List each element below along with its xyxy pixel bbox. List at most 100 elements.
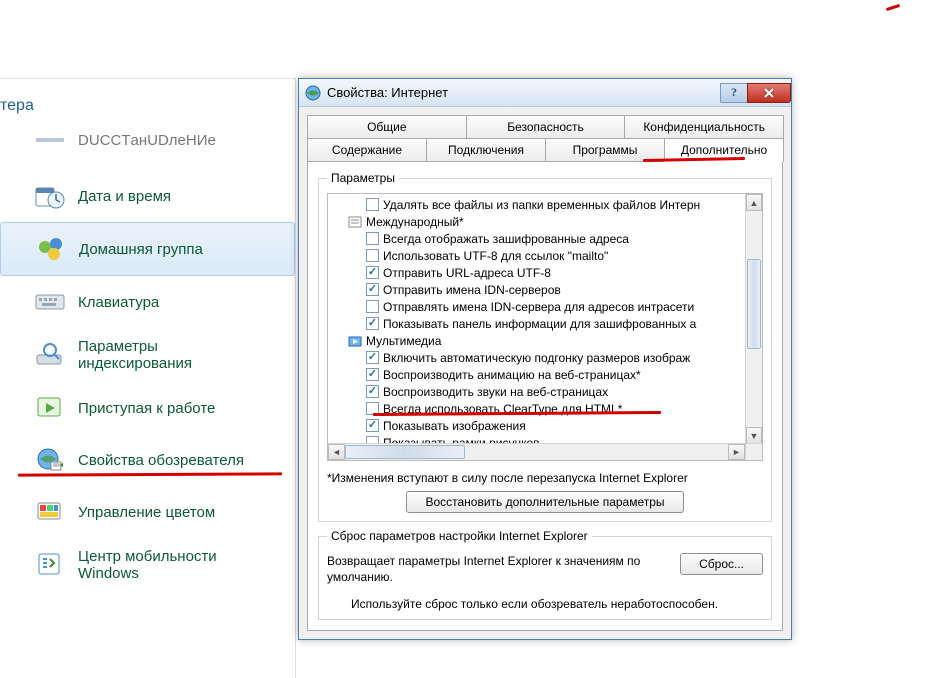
clock-icon	[34, 180, 66, 212]
tree-item[interactable]: Воспроизводить анимацию на веб-страницах…	[328, 366, 762, 383]
scroll-left-button[interactable]: ◄	[328, 444, 345, 460]
panel-item-label: DUCCTанUDлеНИе	[78, 132, 216, 149]
reset-group: Сброс параметров настройки Internet Expl…	[318, 536, 772, 620]
scroll-thumb-vertical[interactable]	[747, 259, 761, 349]
internet-options-icon	[34, 444, 66, 476]
tree-item[interactable]: Отправлять имена IDN-сервера для адресов…	[328, 298, 762, 315]
scroll-track-vertical[interactable]	[746, 211, 762, 427]
restore-icon	[34, 124, 66, 156]
keyboard-icon	[34, 286, 66, 318]
panel-item-datetime[interactable]: Дата и время	[0, 170, 295, 222]
tree-item-label: Использовать UTF-8 для ссылок "mailto"	[383, 249, 608, 263]
tree-item[interactable]: Отправить имена IDN-серверов	[328, 281, 762, 298]
mobility-icon	[34, 549, 66, 581]
scroll-right-button[interactable]: ►	[728, 444, 745, 460]
panel-item-keyboard[interactable]: Клавиатура	[0, 276, 295, 328]
reset-button[interactable]: Сброс...	[680, 553, 763, 575]
scroll-thumb-horizontal[interactable]	[345, 445, 465, 459]
globe-icon	[305, 85, 321, 101]
vertical-scrollbar[interactable]: ▲ ▼	[745, 194, 762, 444]
checkbox[interactable]	[366, 351, 379, 364]
tree-item[interactable]: Показывать панель информации для зашифро…	[328, 315, 762, 332]
tree-item-label: Отправить URL-адреса UTF-8	[383, 266, 551, 280]
checkbox[interactable]	[366, 198, 379, 211]
tree-item[interactable]: Показывать изображения	[328, 417, 762, 434]
checkbox[interactable]	[366, 419, 379, 432]
intl-icon	[348, 215, 362, 229]
checkbox[interactable]	[366, 266, 379, 279]
tree-item-label: Отправить имена IDN-серверов	[383, 283, 561, 297]
panel-item-restore[interactable]: DUCCTанUDлеНИе	[0, 120, 295, 170]
panel-header-partial: тера	[0, 79, 295, 125]
tab-strip: Общие Безопасность Конфиденциальность Со…	[307, 115, 783, 161]
tab-privacy[interactable]: Конфиденциальность	[624, 115, 784, 139]
parameters-group-title: Параметры	[327, 171, 399, 185]
tree-item-label: Отправлять имена IDN-сервера для адресов…	[383, 300, 694, 314]
tree-item-label: Всегда отображать зашифрованные адреса	[383, 232, 629, 246]
horizontal-scrollbar[interactable]: ◄ ►	[328, 443, 745, 460]
homegroup-icon	[35, 233, 67, 265]
tree-item-label: Показывать панель информации для зашифро…	[383, 317, 696, 331]
panel-item-label: Дата и время	[78, 188, 171, 205]
restore-advanced-button[interactable]: Восстановить дополнительные параметры	[406, 491, 683, 513]
tab-general[interactable]: Общие	[307, 115, 467, 139]
tab-connections[interactable]: Подключения	[426, 138, 546, 162]
checkbox[interactable]	[366, 232, 379, 245]
panel-item-internet-options[interactable]: Свойства обозревателя	[0, 434, 295, 486]
panel-item-color-management[interactable]: Управление цветом	[0, 486, 295, 538]
indexing-icon	[34, 339, 66, 371]
tree-item-label: Включить автоматическую подгонку размеро…	[383, 351, 690, 365]
tree-item[interactable]: Включить автоматическую подгонку размеро…	[328, 349, 762, 366]
checkbox[interactable]	[366, 385, 379, 398]
tree-item-label: Удалять все файлы из папки временных фай…	[383, 198, 700, 212]
tree-category[interactable]: Международный*	[328, 213, 762, 230]
close-button[interactable]	[747, 83, 791, 103]
getting-started-icon	[34, 392, 66, 424]
annotation-underline-panel	[18, 473, 282, 477]
checkbox[interactable]	[366, 249, 379, 262]
panel-item-label: Центр мобильности Windows	[78, 548, 248, 582]
tree-item[interactable]: Всегда отображать зашифрованные адреса	[328, 230, 762, 247]
panel-item-label: Клавиатура	[78, 294, 159, 311]
panel-item-indexing[interactable]: Параметры индексирования	[0, 328, 295, 382]
panel-item-mobility-center[interactable]: Центр мобильности Windows	[0, 538, 295, 592]
scroll-down-button[interactable]: ▼	[746, 427, 762, 444]
checkbox[interactable]	[366, 283, 379, 296]
tree-item-label: Воспроизводить анимацию на веб-страницах…	[383, 368, 641, 382]
tree-category[interactable]: Мультимедиа	[328, 332, 762, 349]
panel-item-label: Параметры индексирования	[78, 338, 238, 372]
annotation-stray-mark	[886, 4, 900, 11]
help-button[interactable]: ?	[720, 83, 748, 103]
scroll-up-button[interactable]: ▲	[746, 194, 762, 211]
tree-item-label: Мультимедиа	[366, 334, 441, 348]
tree-item[interactable]: Использовать UTF-8 для ссылок "mailto"	[328, 247, 762, 264]
color-mgmt-icon	[34, 496, 66, 528]
tree-item-label: Международный*	[366, 215, 464, 229]
reset-description: Возвращает параметры Internet Explorer к…	[327, 553, 666, 585]
panel-item-label: Свойства обозревателя	[78, 452, 244, 469]
internet-properties-dialog: Свойства: Интернет ? Общие Безопасность …	[298, 78, 792, 640]
tree-item[interactable]: Удалять все файлы из папки временных фай…	[328, 196, 762, 213]
panel-item-label: Управление цветом	[78, 504, 215, 521]
panel-item-label: Домашняя группа	[79, 241, 203, 258]
scroll-track-horizontal[interactable]	[345, 444, 728, 460]
dialog-title: Свойства: Интернет	[327, 85, 448, 100]
media-icon	[348, 334, 362, 348]
dialog-titlebar: Свойства: Интернет ?	[299, 79, 791, 107]
settings-tree[interactable]: Удалять все файлы из папки временных фай…	[327, 193, 763, 461]
checkbox[interactable]	[366, 368, 379, 381]
control-panel-items: тера DUCCTанUDлеНИе Дата и время	[0, 78, 296, 678]
panel-item-getting-started[interactable]: Приступая к работе	[0, 382, 295, 434]
reset-info: Используйте сброс только если обозревате…	[327, 597, 763, 611]
tree-item-label: Воспроизводить звуки на веб-страницах	[383, 385, 608, 399]
tab-content[interactable]: Содержание	[307, 138, 427, 162]
panel-item-homegroup[interactable]: Домашняя группа	[0, 222, 295, 276]
panel-item-label: Приступая к работе	[78, 400, 215, 417]
parameters-group: Параметры Удалять все файлы из папки вре…	[318, 178, 772, 522]
restart-note: *Изменения вступают в силу после перезап…	[327, 471, 763, 485]
checkbox[interactable]	[366, 317, 379, 330]
tab-security[interactable]: Безопасность	[466, 115, 626, 139]
checkbox[interactable]	[366, 300, 379, 313]
tree-item[interactable]: Отправить URL-адреса UTF-8	[328, 264, 762, 281]
tree-item[interactable]: Воспроизводить звуки на веб-страницах	[328, 383, 762, 400]
